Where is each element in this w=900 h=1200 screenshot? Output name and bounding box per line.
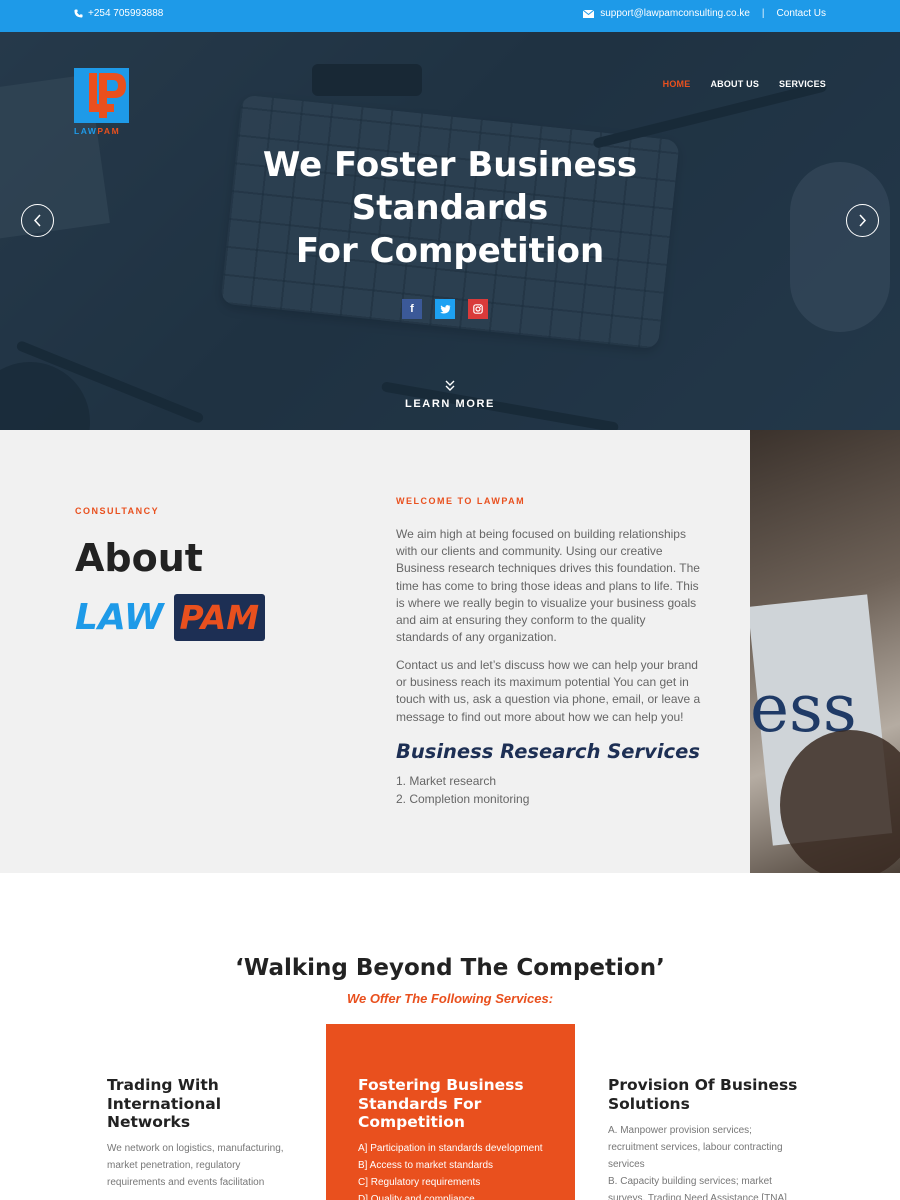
slider-prev-button[interactable] [21,204,54,237]
slider-next-button[interactable] [846,204,879,237]
nav-services[interactable]: SERVICES [779,79,826,89]
list-item: C] Regulatory requirements [358,1177,481,1188]
list-item: D] Quality and compliance [358,1194,475,1200]
service-card: Provision Of Business Solutions A. Manpo… [576,1024,825,1200]
headline-line: Standards [351,188,549,228]
instagram-icon[interactable] [468,299,488,319]
list-item: 2. Completion monitoring [396,791,530,806]
section-title: ‘Walking Beyond The Competion’ [235,955,665,981]
email-link[interactable]: support@lawpamconsulting.co.ke [600,8,750,19]
phone-contact[interactable]: +254 705993888 [74,8,163,19]
phone-icon [74,9,83,18]
logo-mark [74,68,129,123]
card-title: Fostering Business Standards For Competi… [358,1076,524,1131]
list-item: 1. Market research [396,774,497,788]
card-list: A. Manpower provision services; recruitm… [608,1122,798,1200]
services-list: 1. Market research 2. Completion monitor… [396,773,529,808]
hero-slider: LAWPAM HOME ABOUT US SERVICES We Foster … [0,32,900,430]
list-item: A] Participation in standards developmen… [358,1143,543,1154]
nav-home[interactable]: HOME [663,79,691,89]
double-chevron-down-icon [445,380,455,391]
twitter-icon[interactable] [435,299,455,319]
list-item: A. Manpower provision services; recruitm… [608,1125,783,1170]
chevron-left-icon [33,214,41,227]
headline-line: We Foster Business [262,145,638,185]
chevron-right-icon [859,214,867,227]
hero-headline: We Foster Business Standards For Competi… [200,144,700,273]
learn-more-label: LEARN MORE [405,398,495,410]
newspaper-image: ess [750,430,900,873]
site-logo[interactable]: LAWPAM [74,68,130,138]
logo-wordmark: LAWPAM [74,126,121,136]
service-card-highlight: Fostering Business Standards For Competi… [326,1024,575,1200]
card-text: We network on logistics, manufacturing, … [107,1143,284,1188]
services-title: Business Research Services [396,740,700,763]
about-title: About [75,536,203,580]
about-section: CONSULTANCY About LAW PAM WELCOME TO LAW… [0,430,900,873]
card-title: Provision Of Business Solutions [608,1076,798,1113]
top-bar: +254 705993888 support@lawpamconsulting.… [0,0,900,32]
about-eyebrow: CONSULTANCY [75,506,160,516]
brand-law: LAW [75,597,164,638]
brand-pam: PAM [173,594,266,641]
section-subtitle: We Offer The Following Services: [346,991,554,1006]
facebook-icon[interactable]: f [402,299,422,319]
contact-us-link[interactable]: Contact Us [777,8,826,19]
divider: | [761,8,765,19]
about-paragraph: Contact us and let’s discuss how we can … [396,658,701,724]
list-item: B] Access to market standards [358,1160,494,1171]
card-list: A] Participation in standards developmen… [358,1140,543,1200]
learn-more-link[interactable]: LEARN MORE [350,380,550,410]
card-title: Trading With International Networks [107,1076,222,1131]
welcome-eyebrow: WELCOME TO LAWPAM [396,496,526,506]
phone-number: +254 705993888 [88,8,164,19]
main-nav: HOME ABOUT US SERVICES [663,79,826,89]
list-item: B. Capacity building services; market su… [608,1176,787,1200]
service-card: Trading With International Networks We n… [75,1024,324,1200]
brand-wordmark: LAW PAM [75,594,266,641]
nav-about-us[interactable]: ABOUT US [710,79,759,89]
social-links: f [402,299,488,319]
about-paragraph: We aim high at being focused on building… [396,527,700,645]
headline-line: For Competition [295,231,605,271]
mail-icon [583,9,595,18]
